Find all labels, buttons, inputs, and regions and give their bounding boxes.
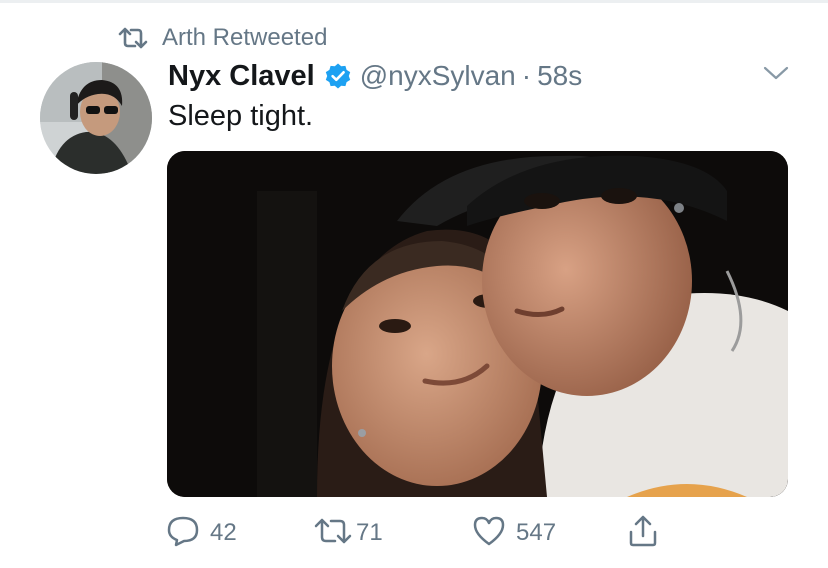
retweet-context[interactable]: Arth Retweeted: [118, 24, 327, 52]
author-name[interactable]: Nyx Clavel: [168, 60, 315, 93]
chevron-down-icon[interactable]: [762, 64, 790, 87]
like-count: 547: [516, 519, 557, 546]
top-divider: [0, 0, 828, 3]
reply-button[interactable]: 42: [166, 510, 237, 556]
tweet-header: Nyx Clavel @nyxSylvan · 58s: [168, 56, 582, 96]
heart-icon: [472, 515, 506, 552]
author-handle[interactable]: @nyxSylvan: [360, 60, 516, 92]
share-button[interactable]: [626, 510, 660, 556]
retweet-action-icon: [314, 516, 352, 551]
retweet-icon: [118, 26, 148, 50]
tweet-timestamp[interactable]: 58s: [537, 60, 582, 92]
tweet-actions: 42 71 547: [0, 510, 828, 556]
tweet-photo[interactable]: [167, 151, 788, 497]
retweet-button[interactable]: 71: [314, 510, 383, 556]
reply-count: 42: [210, 519, 237, 546]
reply-icon: [166, 515, 200, 552]
retweet-count: 71: [356, 519, 383, 546]
retweeted-by-label[interactable]: Arth Retweeted: [162, 24, 327, 52]
share-icon: [626, 514, 660, 553]
tweet-text: Sleep tight.: [168, 100, 314, 132]
avatar[interactable]: [40, 62, 152, 174]
verified-badge-icon: [324, 62, 352, 90]
header-separator: ·: [521, 60, 532, 91]
like-button[interactable]: 547: [472, 510, 556, 556]
